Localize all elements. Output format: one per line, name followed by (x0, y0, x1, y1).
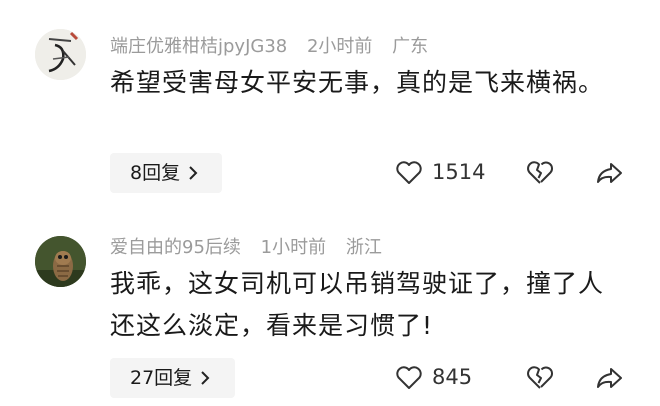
timestamp: 1小时前 (260, 237, 327, 258)
comment-meta: 端庄优雅柑桔jpyJG38 2小时前 广东 (110, 32, 442, 58)
like-count: 1514 (432, 160, 486, 184)
heart-icon[interactable] (395, 366, 423, 390)
avatar[interactable] (35, 29, 86, 80)
broken-heart-icon[interactable] (526, 365, 554, 391)
calligraphy-avatar-icon (35, 29, 86, 80)
location: 广东 (392, 36, 429, 57)
reply-button[interactable]: 27回复 (110, 358, 235, 398)
share-icon[interactable] (595, 366, 623, 390)
heart-icon[interactable] (395, 161, 423, 185)
broken-heart-icon[interactable] (526, 160, 554, 186)
username[interactable]: 端庄优雅柑桔jpyJG38 (110, 36, 287, 57)
comment-item: 端庄优雅柑桔jpyJG38 2小时前 广东 希望受害母女平安无事，真的是飞来横祸… (0, 0, 660, 205)
location: 浙江 (345, 237, 382, 258)
like-count: 845 (432, 365, 473, 389)
share-icon[interactable] (595, 161, 623, 185)
reply-label: 27回复 (130, 367, 193, 389)
comment-meta: 爱自由的95后续 1小时前 浙江 (110, 233, 396, 259)
reply-button[interactable]: 8回复 (110, 153, 222, 193)
comment-text: 我乖，这女司机可以吊销驾驶证了，撞了人还这么淡定，看来是习惯了! (110, 269, 605, 340)
chevron-right-icon (201, 371, 210, 385)
avatar[interactable] (35, 236, 86, 287)
comment-text: 希望受害母女平安无事，真的是飞来横祸。 (110, 68, 605, 97)
timestamp: 2小时前 (306, 36, 373, 57)
chevron-right-icon (189, 166, 198, 180)
comment-actions: 1514 (390, 153, 640, 193)
reply-label: 8回复 (130, 162, 181, 184)
comment-item: 爱自由的95后续 1小时前 浙江 我乖，这女司机可以吊销驾驶证了，撞了人还这么淡… (0, 205, 660, 406)
comment-actions: 845 (390, 358, 640, 398)
username[interactable]: 爱自由的95后续 (110, 237, 241, 258)
owl-avatar-icon (35, 236, 86, 287)
